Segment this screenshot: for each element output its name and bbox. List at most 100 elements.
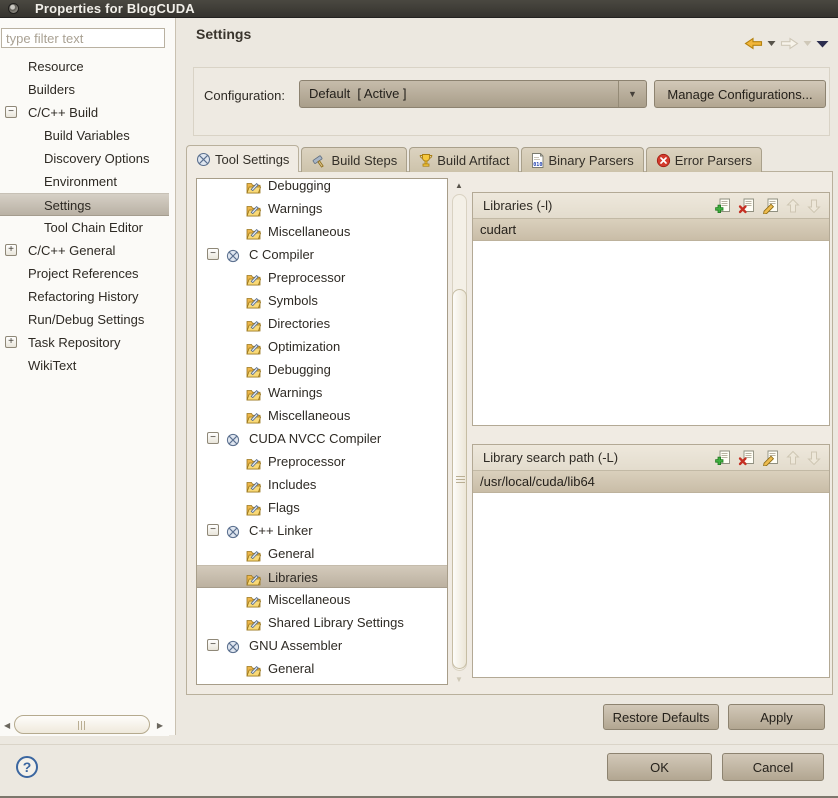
tool-tree-item-libraries[interactable]: Libraries [197, 565, 447, 588]
edit-icon[interactable] [762, 450, 779, 466]
sidebar-horizontal-scrollbar[interactable]: ◀ ▶ [0, 714, 169, 736]
scroll-up-icon[interactable]: ▲ [455, 181, 463, 190]
sidebar-item-discovery-options[interactable]: Discovery Options [0, 147, 169, 170]
forward-icon[interactable] [780, 36, 799, 51]
tab-build-artifact[interactable]: Build Artifact [409, 147, 519, 172]
collapse-icon[interactable]: − [207, 432, 219, 444]
panel-title: Libraries (-l) [483, 198, 714, 213]
sidebar-item-wikitext[interactable]: WikiText [0, 354, 169, 377]
add-icon[interactable] [714, 450, 731, 466]
tool-tree-item-warnings[interactable]: Warnings [197, 381, 447, 404]
tool-tree-item-label: Flags [268, 500, 300, 515]
tool-tree-item-miscellaneous[interactable]: Miscellaneous [197, 588, 447, 611]
sidebar-item-builders[interactable]: Builders [0, 78, 169, 101]
filter-input[interactable] [1, 28, 165, 48]
tool-tree-item-preprocessor[interactable]: Preprocessor [197, 450, 447, 473]
tab-build-steps[interactable]: Build Steps [301, 147, 407, 172]
sidebar-item-label: Project References [28, 266, 139, 281]
tool-tree-item-optimization[interactable]: Optimization [197, 335, 447, 358]
tab-tool-settings[interactable]: Tool Settings [186, 145, 299, 172]
tool-tree-item-symbols[interactable]: Symbols [197, 289, 447, 312]
ok-button[interactable]: OK [607, 753, 712, 781]
sidebar-item-run-debug-settings[interactable]: Run/Debug Settings [0, 308, 169, 331]
panel-title: Library search path (-L) [483, 450, 714, 465]
expand-icon[interactable]: + [5, 244, 17, 256]
sidebar-item-label: Builders [28, 82, 75, 97]
sidebar-item-task-repository[interactable]: +Task Repository [0, 331, 169, 354]
restore-defaults-button[interactable]: Restore Defaults [603, 704, 719, 730]
collapse-icon[interactable]: − [5, 106, 17, 118]
sidebar-item-c-c-build[interactable]: −C/C++ Build [0, 101, 169, 124]
forward-menu-icon[interactable] [803, 40, 812, 47]
sidebar-item-label: C/C++ Build [28, 105, 98, 120]
tool-tree-item-preprocessor[interactable]: Preprocessor [197, 266, 447, 289]
manage-configurations-button[interactable]: Manage Configurations... [654, 80, 826, 108]
tool-tree-item-c-compiler[interactable]: −C Compiler [197, 243, 447, 266]
sidebar-item-refactoring-history[interactable]: Refactoring History [0, 285, 169, 308]
sidebar-item-tool-chain-editor[interactable]: Tool Chain Editor [0, 216, 169, 239]
tool-tree-item-label: Optimization [268, 339, 340, 354]
tool-tree-item-debugging[interactable]: Debugging [197, 358, 447, 381]
configuration-group: Configuration: Default [ Active ] ▼ Mana… [193, 67, 830, 136]
tool-tree-item-miscellaneous[interactable]: Miscellaneous [197, 404, 447, 427]
back-menu-icon[interactable] [767, 40, 776, 47]
tool-tree-item-c-linker[interactable]: −C++ Linker [197, 519, 447, 542]
sidebar-item-settings[interactable]: Settings [0, 193, 169, 216]
sidebar-item-resource[interactable]: Resource [0, 55, 169, 78]
tool-tree-item-miscellaneous[interactable]: Miscellaneous [197, 220, 447, 243]
window-menu-icon[interactable] [8, 3, 19, 14]
tree-vertical-scrollbar[interactable]: ▲ ▼ [452, 181, 468, 684]
tool-tree-item-shared-library-settings[interactable]: Shared Library Settings [197, 611, 447, 634]
scroll-right-icon[interactable]: ▶ [157, 721, 163, 730]
svg-text:010: 010 [534, 162, 543, 168]
tool-tree-item-general[interactable]: General [197, 542, 447, 565]
tool-tree-item-label: Preprocessor [268, 454, 345, 469]
tool-tree-item-gnu-assembler[interactable]: −GNU Assembler [197, 634, 447, 657]
expand-icon[interactable]: + [5, 336, 17, 348]
add-icon[interactable] [714, 198, 731, 214]
tool-tree-item-includes[interactable]: Includes [197, 473, 447, 496]
cancel-button[interactable]: Cancel [722, 753, 824, 781]
scroll-down-icon[interactable]: ▼ [455, 675, 463, 684]
view-menu-icon[interactable] [816, 40, 829, 48]
h-scrollbar-thumb[interactable] [14, 715, 150, 734]
sidebar-item-c-c-general[interactable]: +C/C++ General [0, 239, 169, 262]
tab-label: Build Steps [331, 153, 397, 168]
collapse-icon[interactable]: − [207, 639, 219, 651]
sidebar-item-build-variables[interactable]: Build Variables [0, 124, 169, 147]
tab-error-parsers[interactable]: Error Parsers [646, 147, 762, 172]
delete-icon[interactable] [738, 450, 755, 466]
sidebar-item-label: Settings [44, 198, 91, 213]
sidebar: ResourceBuilders−C/C++ BuildBuild Variab… [0, 18, 176, 735]
tool-tree-item-debugging[interactable]: Debugging [197, 178, 447, 197]
list-item-cudart[interactable]: cudart [473, 219, 829, 241]
tool-tree-item-warnings[interactable]: Warnings [197, 197, 447, 220]
tab-label: Build Artifact [437, 153, 509, 168]
sidebar-item-environment[interactable]: Environment [0, 170, 169, 193]
tool-tree-item-cuda-nvcc-compiler[interactable]: −CUDA NVCC Compiler [197, 427, 447, 450]
help-button[interactable]: ? [16, 756, 38, 778]
v-scrollbar-thumb[interactable] [452, 289, 467, 669]
edit-icon[interactable] [762, 198, 779, 214]
configuration-select[interactable]: Default [ Active ] ▼ [299, 80, 647, 108]
collapse-icon[interactable]: − [207, 248, 219, 260]
apply-button[interactable]: Apply [728, 704, 825, 730]
tool-settings-icon [196, 152, 211, 167]
tab-binary-parsers[interactable]: 010Binary Parsers [521, 147, 643, 172]
tool-tree-item-general[interactable]: General [197, 657, 447, 680]
tool-tree-item-directories[interactable]: Directories [197, 312, 447, 335]
collapse-icon[interactable]: − [207, 524, 219, 536]
tool-tree-item-label: Debugging [268, 178, 331, 193]
tool-tree-item-label: Warnings [268, 201, 322, 216]
combo-dropdown-icon[interactable]: ▼ [618, 81, 646, 107]
tool-tree-item-flags[interactable]: Flags [197, 496, 447, 519]
back-icon[interactable] [744, 36, 763, 51]
library-search-path-list[interactable]: /usr/local/cuda/lib64 [473, 471, 829, 677]
scroll-left-icon[interactable]: ◀ [4, 721, 10, 730]
delete-icon[interactable] [738, 198, 755, 214]
libraries-list[interactable]: cudart [473, 219, 829, 425]
list-item-usr-local-cuda-lib64[interactable]: /usr/local/cuda/lib64 [473, 471, 829, 493]
sidebar-item-project-references[interactable]: Project References [0, 262, 169, 285]
move-up-icon [786, 198, 800, 214]
tool-tree-item-label: General [268, 546, 314, 561]
